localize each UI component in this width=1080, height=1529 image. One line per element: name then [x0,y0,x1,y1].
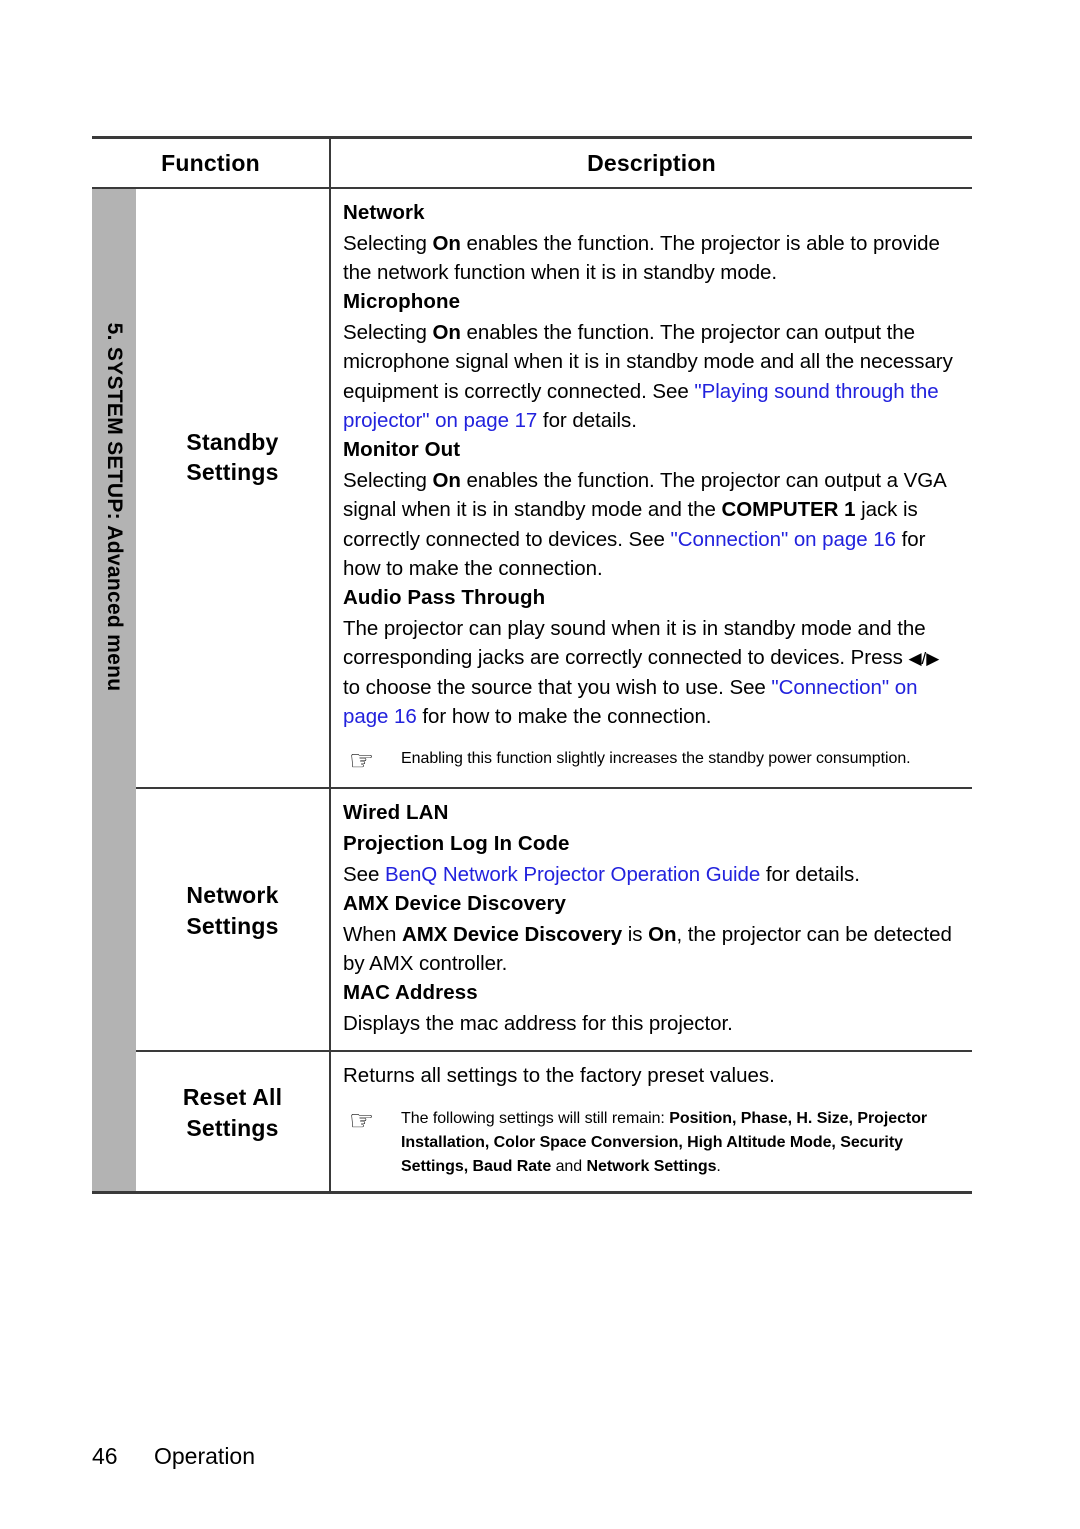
desc-subtitle: MAC Address [343,981,478,1005]
footer-section-label: Operation [154,1443,256,1469]
desc-paragraph: When AMX Device Discovery is On, the pro… [343,920,958,979]
desc-text: to choose the source that you wish to us… [343,675,772,699]
desc-subtitle: Projection Log In Code [343,831,570,855]
note-standby: ☞ Enabling this function slightly increa… [343,745,958,775]
desc-text: See [343,862,385,886]
desc-subtitle: Microphone [343,290,461,314]
note-conj: and [551,1157,587,1175]
desc-block-network: Network Selecting On enables the functio… [343,198,958,287]
table-row: Network Settings Wired LAN Projection Lo… [136,789,972,1053]
desc-text: for details. [760,862,860,886]
page-number: 46 [92,1443,118,1469]
desc-text: When [343,922,402,946]
desc-paragraph: The projector can play sound when it is … [343,614,958,731]
pointing-hand-icon: ☞ [349,745,375,777]
chapter-tab-label: 5. SYSTEM SETUP: Advanced menu [103,322,126,692]
table-header-row: Function Description [92,136,972,189]
note-suffix: . [716,1157,721,1175]
desc-bold: COMPUTER 1 [721,498,856,522]
desc-block-mac-address: MAC Address Displays the mac address for… [343,978,958,1038]
note-text: Enabling this function slightly increase… [401,750,911,768]
table-row: Reset All Settings Returns all settings … [136,1052,972,1191]
function-label-line2: Settings [186,459,279,486]
desc-paragraph: Selecting On enables the function. The p… [343,318,958,435]
note-last-bold: Network Settings [586,1157,717,1175]
settings-table: Function Description 5. SYSTEM SETUP: Ad… [92,136,972,1194]
desc-block-microphone: Microphone Selecting On enables the func… [343,287,958,435]
desc-bold: AMX Device Discovery [402,922,623,946]
table-row: Standby Settings Network Selecting On en… [136,189,972,790]
description-cell-standby-settings: Network Selecting On enables the functio… [329,189,972,788]
document-page: Function Description 5. SYSTEM SETUP: Ad… [0,0,1080,1529]
note-text: The following settings will still remain… [401,1105,958,1179]
function-label-line1: Standby [186,429,279,455]
desc-text: The projector can play sound when it is … [343,617,926,670]
chapter-tab: 5. SYSTEM SETUP: Advanced menu [92,189,136,1191]
table-body: 5. SYSTEM SETUP: Advanced menu Standby S… [92,189,972,1194]
desc-block-projection-log-in-code: Projection Log In Code See BenQ Network … [343,829,958,889]
desc-paragraph: See BenQ Network Projector Operation Gui… [343,860,958,889]
desc-block-monitor-out: Monitor Out Selecting On enables the fun… [343,435,958,583]
desc-paragraph: Returns all settings to the factory pres… [343,1064,775,1088]
left-right-arrow-icon: ◀/▶ [908,649,940,669]
function-cell-network-settings: Network Settings [136,789,329,1050]
desc-subtitle-wired-lan: Wired LAN [343,801,449,825]
cross-reference-link[interactable]: BenQ Network Projector Operation Guide [385,863,760,886]
desc-bold: On [432,469,461,493]
description-cell-reset-all-settings: Returns all settings to the factory pres… [329,1052,972,1191]
desc-subtitle: Monitor Out [343,438,461,462]
desc-paragraph: Selecting On enables the function. The p… [343,466,958,583]
desc-bold: On [648,922,677,946]
function-label-line2: Settings [186,1114,279,1141]
function-label-line1: Network [186,882,279,909]
description-cell-network-settings: Wired LAN Projection Log In Code See Ben… [329,789,972,1051]
desc-paragraph: Displays the mac address for this projec… [343,1012,733,1036]
desc-subtitle: Network [343,201,425,224]
desc-text: Selecting [343,469,433,493]
cross-reference-link[interactable]: "Connection" on page 16 [671,528,896,551]
desc-paragraph: Selecting On enables the function. The p… [343,229,958,288]
desc-text: for how to make the connection. [416,704,712,728]
desc-text: Selecting [343,321,433,345]
note-reset-all: ☞ The following settings will still rema… [343,1105,958,1179]
page-footer: 46 Operation [92,1443,255,1470]
function-label-line2: Settings [186,912,279,939]
desc-text: Selecting [343,231,433,255]
desc-subtitle: AMX Device Discovery [343,892,567,915]
desc-text: for details. [537,409,637,432]
note-prefix: The following settings will still remain… [401,1109,670,1127]
column-header-description: Description [329,139,972,187]
desc-subtitle: Audio Pass Through [343,586,546,610]
pointing-hand-icon: ☞ [349,1104,375,1136]
desc-bold: On [432,231,461,255]
function-cell-standby-settings: Standby Settings [136,189,329,787]
desc-block-audio-pass-through: Audio Pass Through The projector can pla… [343,583,958,731]
desc-bold: On [432,321,461,345]
desc-text: is [622,922,649,946]
function-cell-reset-all-settings: Reset All Settings [136,1052,329,1190]
desc-block-amx-device-discovery: AMX Device Discovery When AMX Device Dis… [343,889,958,978]
function-label-line1: Reset All [182,1084,283,1111]
column-header-function: Function [161,149,260,176]
